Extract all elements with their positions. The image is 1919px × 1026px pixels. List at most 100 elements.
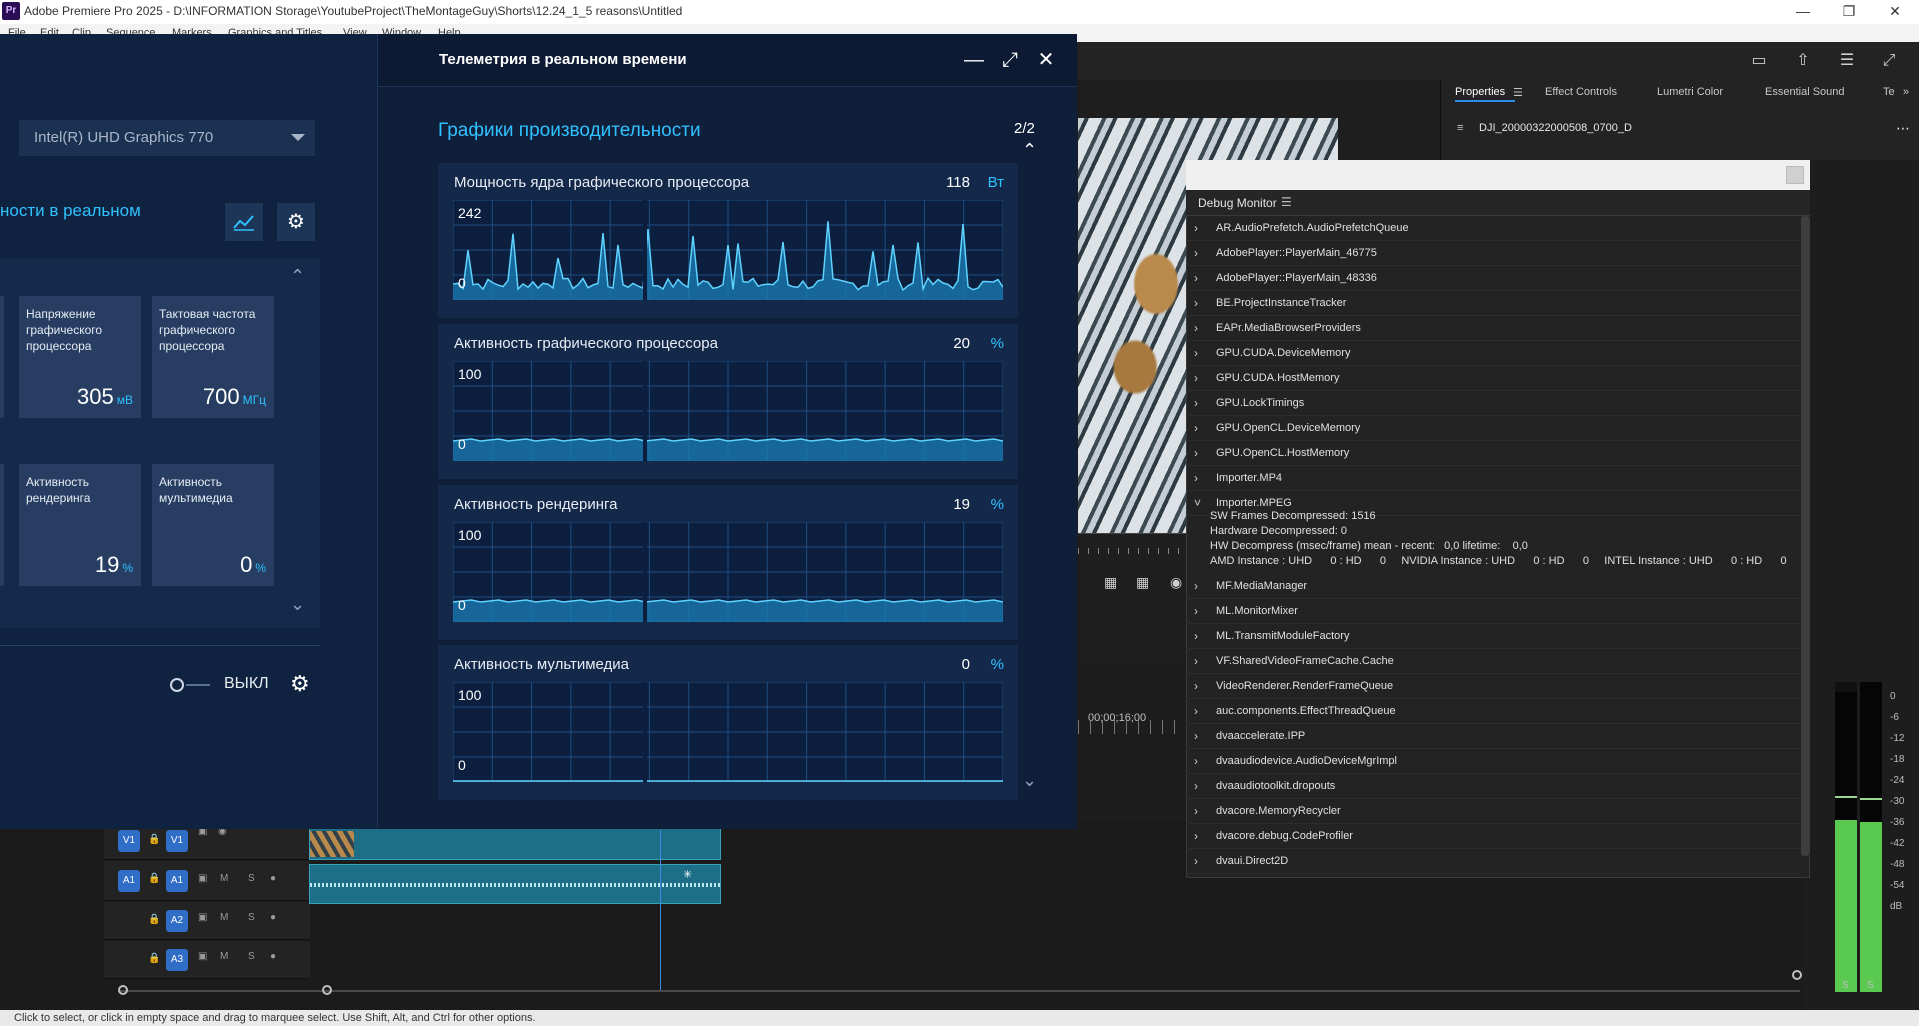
minimize-icon[interactable]: — (960, 46, 988, 74)
debug-list-item[interactable]: › dvaui.Direct2D (1186, 849, 1800, 874)
mute-button[interactable]: M (220, 951, 228, 962)
chevron-right-icon[interactable]: › (1194, 704, 1206, 718)
chevron-right-icon[interactable]: › (1194, 371, 1206, 385)
microphone-icon[interactable]: ● (270, 873, 276, 884)
lock-icon[interactable]: 🔒 (148, 914, 160, 925)
source-patch-a1[interactable]: A1 (118, 870, 140, 892)
debug-list-item[interactable]: › GPU.CUDA.DeviceMemory (1186, 341, 1800, 366)
export-frame-icon[interactable]: ▦ (1104, 574, 1117, 591)
chevron-right-icon[interactable]: › (1194, 604, 1206, 618)
vertical-scroll-handle[interactable] (1792, 970, 1802, 980)
lock-icon[interactable]: 🔒 (148, 834, 160, 845)
timeline-scrollbar[interactable] (118, 990, 1800, 992)
debug-list-item[interactable]: › ML.MonitorMixer (1186, 599, 1800, 624)
debug-list-item[interactable]: › dvaaccelerate.IPP (1186, 724, 1800, 749)
panel-menu-icon[interactable]: ☰ (1836, 50, 1858, 72)
chevron-right-icon[interactable]: › (1194, 471, 1206, 485)
insert-icon[interactable]: ▦ (1136, 574, 1149, 591)
debug-list-item[interactable]: › Importer.MP4 (1186, 466, 1800, 491)
settings-button[interactable]: ⚙ (277, 203, 315, 241)
debug-list-item[interactable]: › MF.MediaManager (1186, 574, 1800, 599)
debug-close-icon[interactable] (1786, 166, 1804, 184)
chevron-right-icon[interactable]: › (1194, 654, 1206, 668)
mute-button[interactable]: M (220, 912, 228, 923)
debug-list-item[interactable]: › dvaaudiotoolkit.dropouts (1186, 774, 1800, 799)
debug-list-item[interactable]: › dvaaudiodevice.AudioDeviceMgrImpl (1186, 749, 1800, 774)
solo-button[interactable]: S (248, 912, 255, 923)
sync-lock-icon[interactable]: ▣ (198, 951, 207, 962)
debug-list-item[interactable]: › AdobePlayer::PlayerMain_46775 (1186, 241, 1800, 266)
debug-menu-icon[interactable]: ☰ (1281, 195, 1292, 209)
lock-icon[interactable]: 🔒 (148, 873, 160, 884)
chevron-right-icon[interactable]: › (1194, 246, 1206, 260)
microphone-icon[interactable]: ● (270, 912, 276, 923)
zoom-handle-right[interactable] (322, 985, 332, 995)
chevron-down-icon[interactable]: ˅ (1194, 496, 1206, 510)
chevron-right-icon[interactable]: › (1194, 321, 1206, 335)
share-icon[interactable]: ⇧ (1792, 50, 1814, 72)
chevron-down-icon[interactable]: ⌄ (290, 594, 305, 615)
lock-icon[interactable]: 🔒 (148, 953, 160, 964)
debug-list-item[interactable]: › EAPr.MediaBrowserProviders (1186, 316, 1800, 341)
solo-button[interactable]: S (248, 873, 255, 884)
chevron-right-icon[interactable]: › (1194, 829, 1206, 843)
debug-list-item[interactable]: › AR.AudioPrefetch.AudioPrefetchQueue (1186, 216, 1800, 241)
chevron-up-icon[interactable]: ⌃ (1022, 140, 1037, 161)
debug-list-item[interactable]: › auc.components.EffectThreadQueue (1186, 699, 1800, 724)
track-target-a1[interactable]: A1 (166, 870, 188, 892)
chart-view-button[interactable] (225, 203, 263, 241)
meter-solo-left[interactable]: S (1842, 980, 1849, 991)
chevron-right-icon[interactable]: › (1194, 446, 1206, 460)
tab-truncated[interactable]: Te (1883, 86, 1895, 98)
mute-button[interactable]: M (220, 873, 228, 884)
debug-list-item[interactable]: › ML.TransmitModuleFactory (1186, 624, 1800, 649)
expand-icon[interactable]: ⤢ (1878, 50, 1900, 72)
debug-list-item[interactable]: › VF.SharedVideoFrameCache.Cache (1186, 649, 1800, 674)
tab-effect-controls[interactable]: Effect Controls (1545, 86, 1617, 98)
close-window-icon[interactable]: ✕ (1872, 0, 1918, 24)
chevron-right-icon[interactable]: › (1194, 779, 1206, 793)
sync-lock-icon[interactable]: ▣ (198, 912, 207, 923)
chevron-right-icon[interactable]: › (1194, 579, 1206, 593)
chevron-right-icon[interactable]: › (1194, 854, 1206, 868)
track-target-a2[interactable]: A2 (166, 910, 188, 932)
chevron-right-icon[interactable]: › (1194, 629, 1206, 643)
gear-icon[interactable]: ⚙ (290, 671, 310, 697)
chevron-down-icon[interactable]: ⌄ (1022, 770, 1037, 791)
source-patch-v1[interactable]: V1 (118, 830, 140, 852)
tab-properties[interactable]: Properties (1455, 86, 1505, 98)
chevron-right-icon[interactable]: › (1194, 804, 1206, 818)
tab-lumetri-color[interactable]: Lumetri Color (1657, 86, 1723, 98)
debug-list-item[interactable]: › GPU.OpenCL.DeviceMemory (1186, 416, 1800, 441)
chevron-right-icon[interactable]: › (1194, 679, 1206, 693)
track-target-v1[interactable]: V1 (166, 830, 188, 852)
gpu-select[interactable]: Intel(R) UHD Graphics 770 (19, 120, 315, 156)
tab-essential-sound[interactable]: Essential Sound (1765, 86, 1845, 98)
chevron-right-icon[interactable]: › (1194, 421, 1206, 435)
chevron-right-icon[interactable]: › (1194, 729, 1206, 743)
debug-list-item[interactable]: › dvacore.MemoryRecycler (1186, 799, 1800, 824)
debug-list-item[interactable]: › BE.ProjectInstanceTracker (1186, 291, 1800, 316)
debug-list-item[interactable]: › AdobePlayer::PlayerMain_48336 (1186, 266, 1800, 291)
chevron-right-icon[interactable]: › (1194, 271, 1206, 285)
minimize-icon[interactable]: — (1780, 0, 1826, 24)
workspaces-icon[interactable]: ▭ (1748, 50, 1770, 72)
sync-lock-icon[interactable]: ▣ (198, 873, 207, 884)
maximize-icon[interactable]: ❐ (1826, 0, 1872, 24)
solo-button[interactable]: S (248, 951, 255, 962)
chevron-right-icon[interactable]: › (1194, 396, 1206, 410)
track-target-a3[interactable]: A3 (166, 949, 188, 971)
meter-solo-right[interactable]: S (1867, 980, 1874, 991)
clip-options-icon[interactable]: ⋯ (1896, 120, 1910, 137)
properties-menu-icon[interactable]: ☰ (1513, 86, 1523, 99)
debug-scrollbar[interactable] (1801, 216, 1809, 856)
chevron-right-icon[interactable]: › (1194, 221, 1206, 235)
zoom-handle-left[interactable] (118, 985, 128, 995)
toggle-switch[interactable] (170, 678, 184, 692)
debug-list-item[interactable]: › dvacore.debug.CodeProfiler (1186, 824, 1800, 849)
close-icon[interactable]: ✕ (1032, 46, 1060, 74)
debug-list-item[interactable]: › GPU.LockTimings (1186, 391, 1800, 416)
more-tabs-icon[interactable]: » (1903, 86, 1909, 98)
expand-icon[interactable]: ⤢ (996, 46, 1024, 74)
playhead[interactable] (660, 830, 661, 990)
